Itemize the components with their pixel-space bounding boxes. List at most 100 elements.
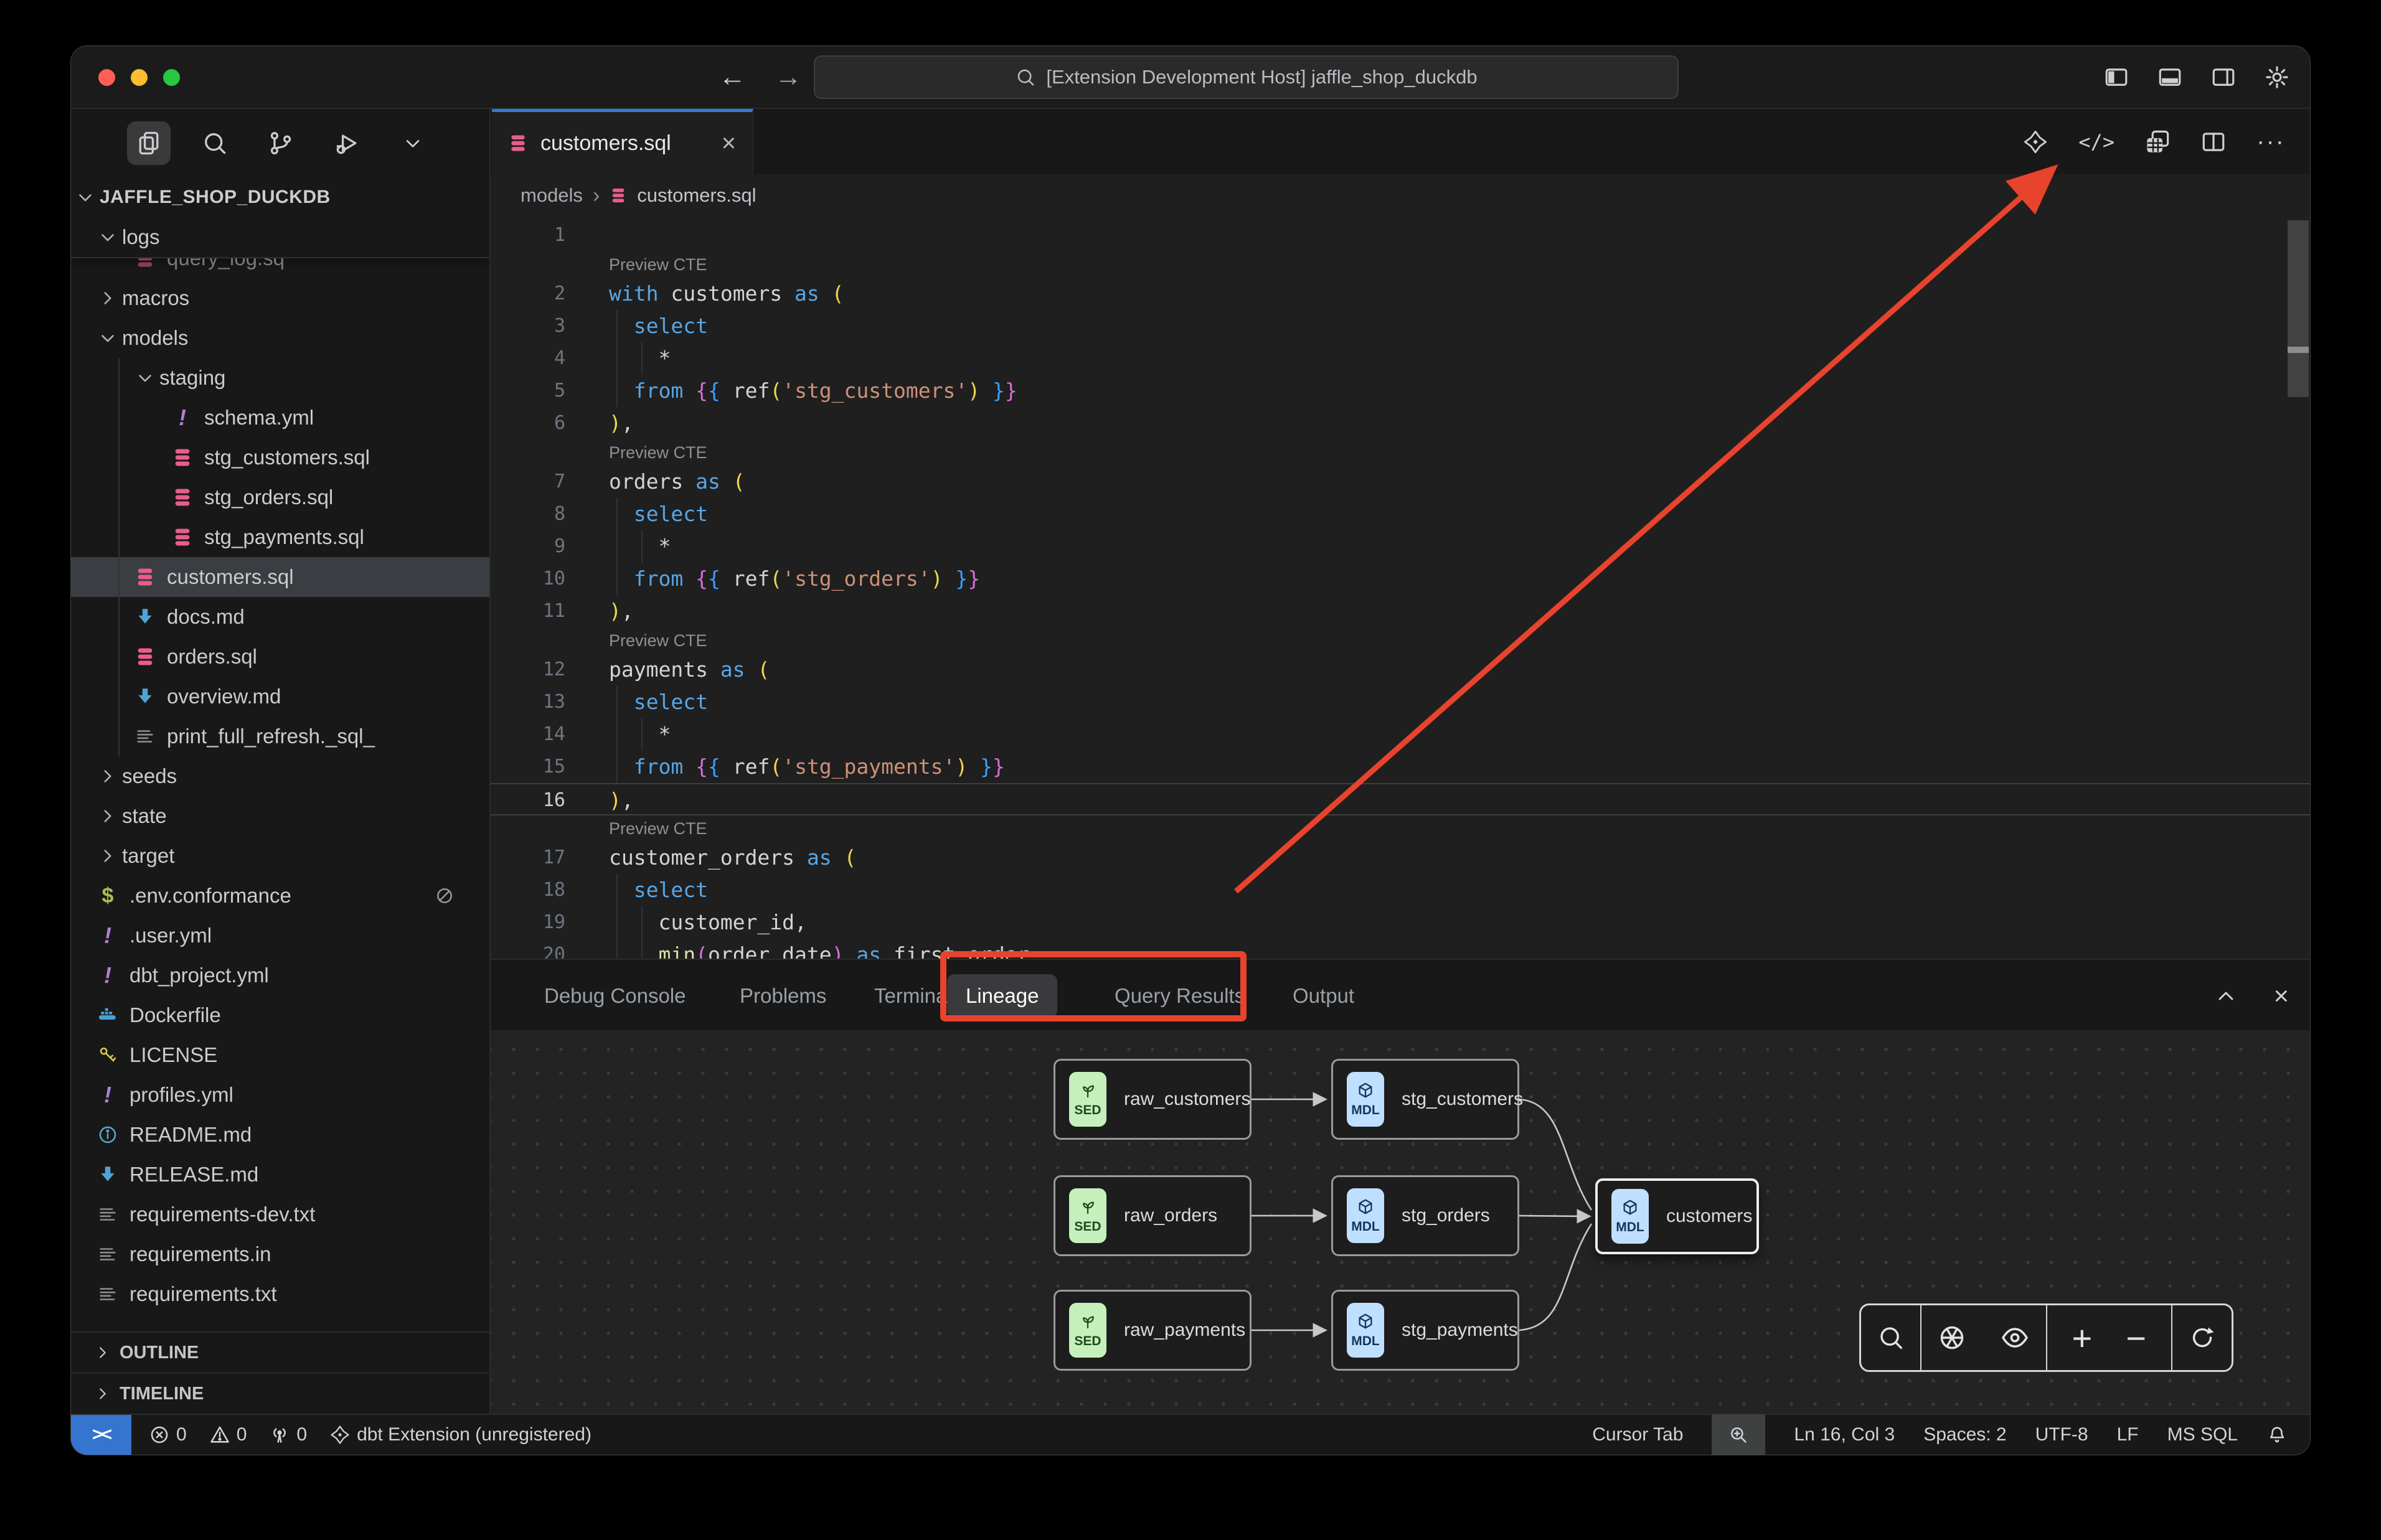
- code-line-17[interactable]: 17customer_orders as (: [491, 842, 2310, 874]
- activity-search-icon[interactable]: [193, 121, 237, 165]
- query-results-icon[interactable]: [2144, 129, 2171, 155]
- code-line-13[interactable]: 13 select: [491, 686, 2310, 718]
- lineage-node-raw_customers[interactable]: SEDraw_customers: [1054, 1059, 1252, 1140]
- code-line-15[interactable]: 15 from {{ ref('stg_payments') }}: [491, 751, 2310, 783]
- close-window-button[interactable]: [98, 69, 115, 86]
- minimize-window-button[interactable]: [131, 69, 148, 86]
- editor-scrollbar[interactable]: [2288, 220, 2309, 397]
- codelens-preview-cte[interactable]: Preview CTE: [491, 251, 2310, 278]
- tree-item-docs-md[interactable]: docs.md: [71, 597, 489, 637]
- lineage-node-raw_payments[interactable]: SEDraw_payments: [1054, 1290, 1252, 1371]
- tree-item-models[interactable]: models: [71, 318, 489, 358]
- tree-item-overview-md[interactable]: overview.md: [71, 677, 489, 716]
- zoom-in-button[interactable]: +: [2072, 1318, 2093, 1358]
- tab-customers-sql[interactable]: customers.sql ×: [492, 109, 753, 174]
- code-line-7[interactable]: 7orders as (: [491, 466, 2310, 498]
- code-line-20[interactable]: 20 min(order_date) as first_order,: [491, 939, 2310, 959]
- code-line-6[interactable]: 6),: [491, 407, 2310, 439]
- lineage-search-button[interactable]: [1861, 1305, 1921, 1370]
- tree-item-state[interactable]: state: [71, 796, 489, 836]
- lineage-node-raw_orders[interactable]: SEDraw_orders: [1054, 1175, 1252, 1256]
- lineage-node-stg_orders[interactable]: MDLstg_orders: [1331, 1175, 1519, 1256]
- status-ln-16-col-3[interactable]: Ln 16, Col 3: [1794, 1424, 1895, 1445]
- status-bell-icon[interactable]: [2266, 1424, 2288, 1445]
- activity-views-chevron-icon[interactable]: [391, 121, 435, 165]
- lineage-node-stg_payments[interactable]: MDLstg_payments: [1331, 1290, 1519, 1371]
- panel-tab-lineage[interactable]: Lineage: [947, 960, 1057, 1031]
- breadcrumb-folder[interactable]: models: [521, 184, 583, 207]
- status-zoom-plus-icon[interactable]: [1712, 1414, 1765, 1455]
- code-icon[interactable]: </>: [2078, 130, 2115, 154]
- more-actions-icon[interactable]: ···: [2256, 128, 2285, 156]
- layout-sidebar-right-icon[interactable]: [2210, 64, 2237, 90]
- panel-tab-debug-console[interactable]: Debug Console: [526, 960, 705, 1031]
- aperture-icon[interactable]: [1938, 1323, 1966, 1352]
- tree-item-profiles-yml[interactable]: !profiles.yml: [71, 1075, 489, 1115]
- code-line-2[interactable]: 2with customers as (: [491, 278, 2310, 310]
- activity-explorer-icon[interactable]: [127, 121, 171, 165]
- nav-forward-icon[interactable]: →: [775, 62, 802, 93]
- tree-item-dockerfile[interactable]: Dockerfile: [71, 995, 489, 1035]
- dbt-icon[interactable]: [2022, 129, 2049, 155]
- tree-item-stg-orders-sql[interactable]: stg_orders.sql: [71, 477, 489, 517]
- close-panel-icon[interactable]: ×: [2273, 981, 2289, 1011]
- status-ms-sql[interactable]: MS SQL: [2167, 1424, 2238, 1445]
- sidebar-section-outline[interactable]: OUTLINE: [71, 1331, 489, 1373]
- status-warning-icon[interactable]: 0: [209, 1424, 247, 1445]
- tree-item-dbt-project-yml[interactable]: !dbt_project.yml: [71, 955, 489, 995]
- sidebar-section-timeline[interactable]: TIMELINE: [71, 1373, 489, 1414]
- panel-tab-query-results[interactable]: Query Results: [1096, 960, 1263, 1031]
- code-line-8[interactable]: 8 select: [491, 498, 2310, 530]
- tree-item-license[interactable]: LICENSE: [71, 1035, 489, 1075]
- settings-gear-icon[interactable]: [2264, 64, 2290, 90]
- code-line-12[interactable]: 12payments as (: [491, 654, 2310, 686]
- layout-panel-icon[interactable]: [2157, 64, 2183, 90]
- tree-item-requirements-in[interactable]: requirements.in: [71, 1234, 489, 1274]
- tree-item-stg-payments-sql[interactable]: stg_payments.sql: [71, 517, 489, 557]
- panel-tab-output[interactable]: Output: [1274, 960, 1373, 1031]
- lineage-node-customers[interactable]: MDLcustomers: [1595, 1178, 1759, 1254]
- tree-item-staging[interactable]: staging: [71, 358, 489, 398]
- tree-item-print-full-refresh-sql-[interactable]: print_full_refresh._sql_: [71, 716, 489, 756]
- breadcrumb-file[interactable]: customers.sql: [637, 184, 756, 207]
- split-editor-icon[interactable]: [2200, 129, 2227, 155]
- eye-icon[interactable]: [2000, 1323, 2030, 1353]
- code-line-11[interactable]: 11),: [491, 595, 2310, 627]
- nav-back-icon[interactable]: ←: [719, 62, 746, 93]
- code-line-5[interactable]: 5 from {{ ref('stg_customers') }}: [491, 375, 2310, 407]
- layout-sidebar-left-icon[interactable]: [2103, 64, 2129, 90]
- close-tab-icon[interactable]: ×: [722, 129, 736, 157]
- tree-item-schema-yml[interactable]: !schema.yml: [71, 398, 489, 438]
- tree-item-orders-sql[interactable]: orders.sql: [71, 637, 489, 677]
- tree-item-query-log-sq[interactable]: query_log.sq: [71, 258, 489, 278]
- tree-item-release-md[interactable]: RELEASE.md: [71, 1155, 489, 1195]
- code-line-9[interactable]: 9 *: [491, 530, 2310, 563]
- tree-item-requirements-txt[interactable]: requirements.txt: [71, 1274, 489, 1314]
- status-lf[interactable]: LF: [2117, 1424, 2139, 1445]
- tree-item-customers-sql[interactable]: customers.sql: [71, 557, 489, 597]
- status-spaces-2[interactable]: Spaces: 2: [1923, 1424, 2006, 1445]
- tree-item-stg-customers-sql[interactable]: stg_customers.sql: [71, 438, 489, 477]
- tree-item-target[interactable]: target: [71, 836, 489, 876]
- tree-item-requirements-dev-txt[interactable]: requirements-dev.txt: [71, 1195, 489, 1234]
- tree-item-seeds[interactable]: seeds: [71, 756, 489, 796]
- code-line-3[interactable]: 3 select: [491, 310, 2310, 342]
- code-line-18[interactable]: 18 select: [491, 874, 2310, 906]
- status-error-icon[interactable]: 0: [149, 1424, 187, 1445]
- tree-item--env-conformance[interactable]: $.env.conformance: [71, 876, 489, 916]
- codelens-preview-cte[interactable]: Preview CTE: [491, 439, 2310, 466]
- lineage-node-stg_customers[interactable]: MDLstg_customers: [1331, 1059, 1519, 1140]
- code-line-10[interactable]: 10 from {{ ref('stg_orders') }}: [491, 563, 2310, 595]
- status-utf-8[interactable]: UTF-8: [2035, 1424, 2088, 1445]
- code-line-14[interactable]: 14 *: [491, 718, 2310, 751]
- code-line-16[interactable]: 16),: [491, 783, 2310, 815]
- status-radio-tower-icon[interactable]: 0: [269, 1424, 307, 1445]
- code-line-4[interactable]: 4 *: [491, 342, 2310, 375]
- lineage-refresh-button[interactable]: [2172, 1305, 2232, 1370]
- lineage-graph[interactable]: + − SEDraw_customers MDLstg_customers SEDr…: [491, 1030, 2310, 1414]
- code-line-1[interactable]: 1: [491, 219, 2310, 251]
- status-cursor-tab[interactable]: Cursor Tab: [1592, 1424, 1683, 1445]
- zoom-out-button[interactable]: −: [2126, 1318, 2146, 1358]
- tree-item-macros[interactable]: macros: [71, 278, 489, 318]
- command-center-search[interactable]: [Extension Development Host] jaffle_shop…: [814, 55, 1679, 99]
